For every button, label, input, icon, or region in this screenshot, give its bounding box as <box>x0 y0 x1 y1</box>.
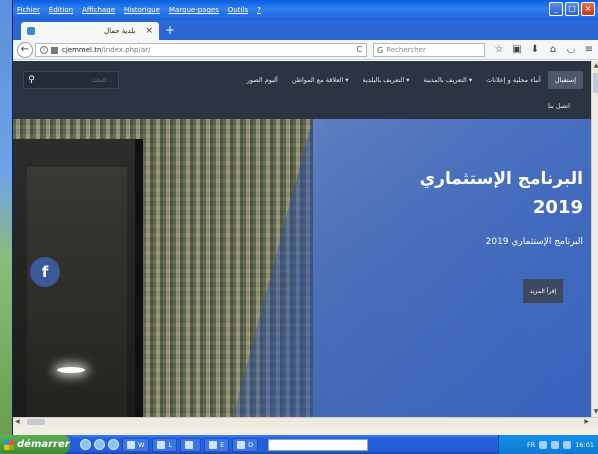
task-button-3[interactable] <box>180 437 202 452</box>
tray-app-icon[interactable] <box>539 440 548 449</box>
download-icon[interactable]: ⬇ <box>526 43 544 57</box>
task-label: E <box>220 440 225 449</box>
tab-close-icon[interactable]: × <box>145 26 153 36</box>
scroll-left-icon[interactable]: ◀ <box>15 418 20 425</box>
site-favicon-icon <box>27 27 35 35</box>
search-engine-icon: G <box>377 45 384 55</box>
minimize-button[interactable]: _ <box>549 2 563 16</box>
start-label: démarrer <box>17 439 70 450</box>
vertical-scrollbar[interactable]: ▲ ▼ <box>591 61 598 417</box>
task-label: D <box>248 440 254 449</box>
hero-photo-door-inner <box>27 167 127 417</box>
task-button-5[interactable]: D <box>232 437 259 452</box>
navigation-bar: ← i cjemmel.tn/index.php/ar/ C G Recherc… <box>13 40 598 60</box>
hero-year: 2019 <box>532 197 583 218</box>
maximize-button[interactable]: □ <box>565 2 579 16</box>
browser-search-placeholder: Rechercher <box>386 46 426 54</box>
browser-search-bar[interactable]: G Rechercher <box>373 43 485 57</box>
bookmark-star-icon[interactable]: ☆ <box>490 43 508 57</box>
ie-icon[interactable] <box>80 439 91 450</box>
task-label: W <box>138 440 145 449</box>
scroll-up-icon[interactable]: ▲ <box>592 61 598 71</box>
task-app-icon <box>237 440 246 449</box>
scroll-right-icon[interactable]: ▶ <box>584 418 589 425</box>
hero-photo-lamp <box>57 367 85 373</box>
desktop-background <box>0 0 12 435</box>
reload-icon[interactable]: C <box>356 45 362 54</box>
windows-logo-icon <box>4 439 14 450</box>
site-search-input[interactable] <box>39 76 118 84</box>
clock: 16:01 <box>575 440 594 449</box>
search-icon[interactable]: ⚲ <box>24 75 39 85</box>
site-nav: إستقبال أنباء محلية و إعلانات التعريف با… <box>240 71 583 89</box>
facebook-icon[interactable]: f <box>30 257 60 287</box>
back-button[interactable]: ← <box>17 42 33 58</box>
home-icon[interactable]: ⌂ <box>544 43 562 57</box>
volume-icon[interactable] <box>563 440 572 449</box>
menu-marque-pages[interactable]: Marque-pages <box>169 6 219 14</box>
taskbar-media-bar[interactable] <box>268 438 369 451</box>
system-tray: FR 16:01 <box>498 435 598 454</box>
scroll-down-icon[interactable]: ▼ <box>592 407 598 417</box>
taskbar: démarrer W L E D FR 16:01 <box>0 435 598 454</box>
nav-citizen[interactable]: العلاقة مع المواطن ▾ <box>285 71 356 89</box>
task-label: L <box>168 440 173 449</box>
nav-contact[interactable]: اتصل بنا <box>541 97 577 115</box>
url-domain: cjemmel.tn <box>62 46 102 54</box>
horizontal-scroll-thumb[interactable] <box>27 419 45 425</box>
new-tab-button[interactable]: + <box>165 23 175 37</box>
task-button-4[interactable]: E <box>204 437 230 452</box>
task-app-icon <box>185 440 194 449</box>
tab-strip: بلدية جمال × + <box>13 20 598 40</box>
close-window-button[interactable]: × <box>581 2 595 16</box>
menu-affichage[interactable]: Affichage <box>82 6 115 14</box>
task-button-2[interactable]: L <box>152 437 178 452</box>
nav-city[interactable]: التعريف بالمدينة ▾ <box>417 71 480 89</box>
site-header: ⚲ إستقبال أنباء محلية و إعلانات التعريف … <box>13 61 591 119</box>
toolbar-icons: ☆ ▣ ⬇ ⌂ ◡ ≡ <box>490 43 598 57</box>
nav-home[interactable]: إستقبال <box>547 71 583 89</box>
url-path: /index.php/ar/ <box>101 46 151 54</box>
menu-historique[interactable]: Historique <box>124 6 160 14</box>
task-button-1[interactable]: W <box>122 437 150 452</box>
start-button[interactable]: démarrer <box>0 435 70 454</box>
status-bar <box>13 426 598 435</box>
hamburger-menu-icon[interactable]: ≡ <box>580 43 598 57</box>
tab-title: بلدية جمال <box>103 27 136 35</box>
hero-slider: البرنامج الإستثماري 2019 البرنامج الإستث… <box>13 119 591 417</box>
menu-fichier[interactable]: Fichier <box>17 6 40 14</box>
read-more-button[interactable]: إقرأ المزيد <box>523 279 563 303</box>
task-app-icon <box>127 440 135 449</box>
nav-news[interactable]: أنباء محلية و إعلانات <box>479 71 548 89</box>
menu-outils[interactable]: Outils <box>228 6 248 14</box>
window-controls: _ □ × <box>549 2 595 16</box>
hero-subtitle: البرنامج الإستثماري 2019 <box>485 237 583 247</box>
menu-help[interactable]: ? <box>257 6 261 14</box>
desktop-screen: Fichier Édition Affichage Historique Mar… <box>0 0 598 454</box>
info-icon[interactable]: i <box>40 46 48 54</box>
site-search: ⚲ <box>23 71 119 89</box>
chrome-icon[interactable] <box>108 439 119 450</box>
pocket-icon[interactable]: ◡ <box>562 43 580 57</box>
nav-municipality[interactable]: التعريف بالبلدية ▾ <box>355 71 416 89</box>
menu-bar: Fichier Édition Affichage Historique Mar… <box>13 0 598 20</box>
quick-launch <box>80 439 119 450</box>
vertical-scroll-thumb[interactable] <box>593 73 598 93</box>
nav-photo-album[interactable]: ألبوم الصور <box>240 71 285 89</box>
page-icon <box>51 46 58 54</box>
hero-title: البرنامج الإستثماري <box>419 169 583 189</box>
browser-window: Fichier Édition Affichage Historique Mar… <box>12 0 598 435</box>
tab-active[interactable]: بلدية جمال × <box>21 22 159 40</box>
url-bar[interactable]: i cjemmel.tn/index.php/ar/ C <box>35 43 367 57</box>
task-app-icon <box>157 440 166 449</box>
language-indicator[interactable]: FR <box>527 441 535 449</box>
horizontal-scrollbar[interactable]: ◀ ▶ <box>13 417 598 426</box>
task-app-icon <box>209 440 218 449</box>
clipboard-icon[interactable]: ▣ <box>508 43 526 57</box>
firefox-icon[interactable] <box>94 439 105 450</box>
network-icon[interactable] <box>551 440 560 449</box>
url-text: cjemmel.tn/index.php/ar/ <box>62 46 150 54</box>
menu-edition[interactable]: Édition <box>49 6 73 14</box>
